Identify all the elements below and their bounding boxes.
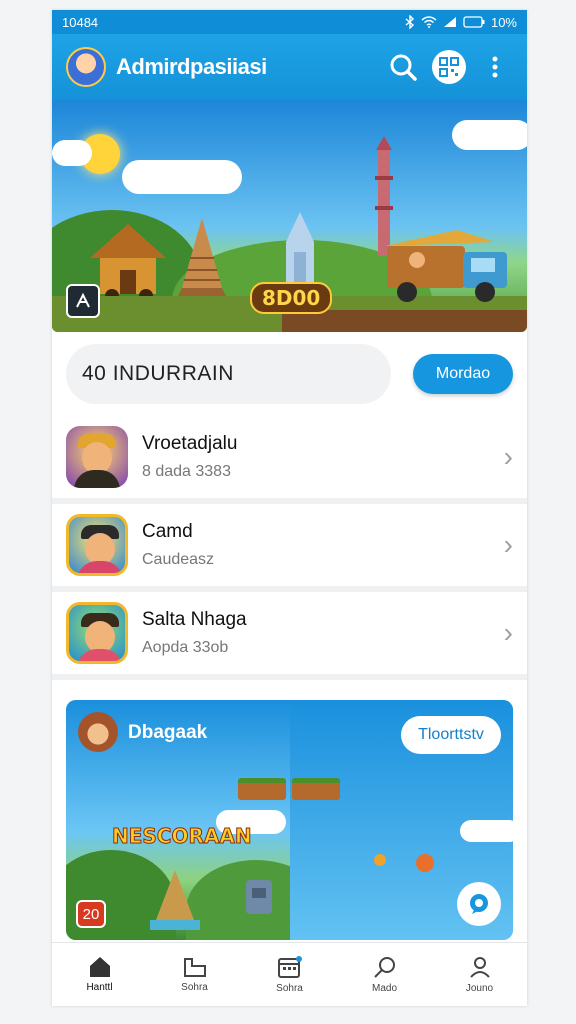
nav-label: Jouno [465,983,494,994]
cloud-illustration [122,160,242,194]
bluetooth-icon [405,15,414,29]
qr-button[interactable] [431,49,467,85]
chat-icon [470,894,488,914]
app-bar: Admirdpasiiasi [52,34,527,100]
chevron-right-icon: › [503,441,513,472]
nav-profile[interactable]: Jouno [432,943,527,1006]
feature-action-button[interactable]: Tloorttstv [401,716,501,754]
building-illustration [280,212,320,287]
chevron-right-icon: › [503,617,513,648]
list-item-subtitle: 8 dada 3383 [142,463,231,480]
search-button[interactable] [385,49,421,85]
search-action-button[interactable]: Mordao [413,354,513,394]
banner-price-tag: 8D00 [250,282,333,314]
game-list: Vroetadjalu 8 dada 3383 › Camd Caudeasz … [52,416,527,680]
statue-illustration [242,876,276,921]
wifi-icon [421,16,437,28]
cloud-illustration [52,140,92,166]
feature-card[interactable]: NESCORAAN Dbagaak Tloorttstv 20 [66,700,513,940]
nav-label: Mado [371,983,397,994]
game-thumbnail [66,426,128,488]
profile-icon [469,957,490,978]
sparkle-icon [374,854,386,866]
hero-banner[interactable]: 8D00 [52,100,527,332]
signal-icon [443,17,456,27]
nav-label: Sohra [276,983,303,994]
list-item-text: Camd Caudeasz [142,521,504,569]
list-item-title: Salta Nhaga [142,609,247,630]
qr-code-icon [432,50,466,84]
monkey-avatar-icon [78,712,118,752]
temple-illustration [150,870,200,935]
search-icon [373,957,395,978]
nav-label: Hanttl [86,982,113,993]
chat-button[interactable] [457,882,501,926]
search-icon [390,54,417,81]
avatar[interactable] [66,47,106,87]
list-item[interactable]: Salta Nhaga Aopda 33ob › [52,592,527,680]
game-thumbnail [66,602,128,664]
game-thumbnail [66,514,128,576]
banner-badge-icon[interactable] [66,284,100,318]
battery-icon [463,16,485,28]
list-item-subtitle: Caudeasz [142,551,215,568]
app-title: Admirdpasiiasi [116,54,267,79]
phone-screen: 10484 10% Admirdpasiiasi 8D00 40 INDURRA… [52,10,527,1006]
status-icons: 10% [405,15,517,30]
search-field[interactable]: 40 INDURRAIN [66,344,391,404]
list-item[interactable]: Camd Caudeasz › [52,504,527,592]
list-item[interactable]: Vroetadjalu 8 dada 3383 › [52,416,527,504]
cloud-illustration [460,820,513,842]
nav-folder[interactable]: Sohra [147,943,242,1006]
status-time: 10484 [62,14,99,30]
cloud-illustration [452,120,527,150]
temple-illustration [172,218,232,303]
folder-icon [183,958,206,977]
list-item-title: Camd [142,521,193,542]
sparkle-icon [416,854,434,872]
list-item-title: Vroetadjalu [142,433,238,454]
nav-calendar[interactable]: Sohra [242,943,337,1006]
game-logo-text: NESCORAAN [112,824,253,849]
brick-block [292,778,340,800]
count-badge: 20 [76,900,106,928]
more-vertical-icon [492,56,498,78]
calendar-icon [277,956,302,978]
nav-search[interactable]: Mado [337,943,432,1006]
bottom-nav: Hanttl Sohra Sohra Mado Jouno [52,942,527,1006]
more-menu-button[interactable] [477,49,513,85]
list-item-text: Salta Nhaga Aopda 33ob [142,609,504,657]
brick-block [238,778,286,800]
list-item-subtitle: Aopda 33ob [142,639,229,656]
list-item-text: Vroetadjalu 8 dada 3383 [142,433,504,481]
battery-level: 10% [490,14,517,30]
nav-label: Sohra [181,982,208,993]
nav-home[interactable]: Hanttl [52,943,147,1006]
search-row: 40 INDURRAIN Mordao [52,332,527,416]
feature-title: Dbagaak [128,722,208,743]
vehicle-illustration [377,228,517,304]
chevron-right-icon: › [503,529,513,560]
status-bar: 10484 10% [52,10,527,34]
home-icon [89,957,110,977]
